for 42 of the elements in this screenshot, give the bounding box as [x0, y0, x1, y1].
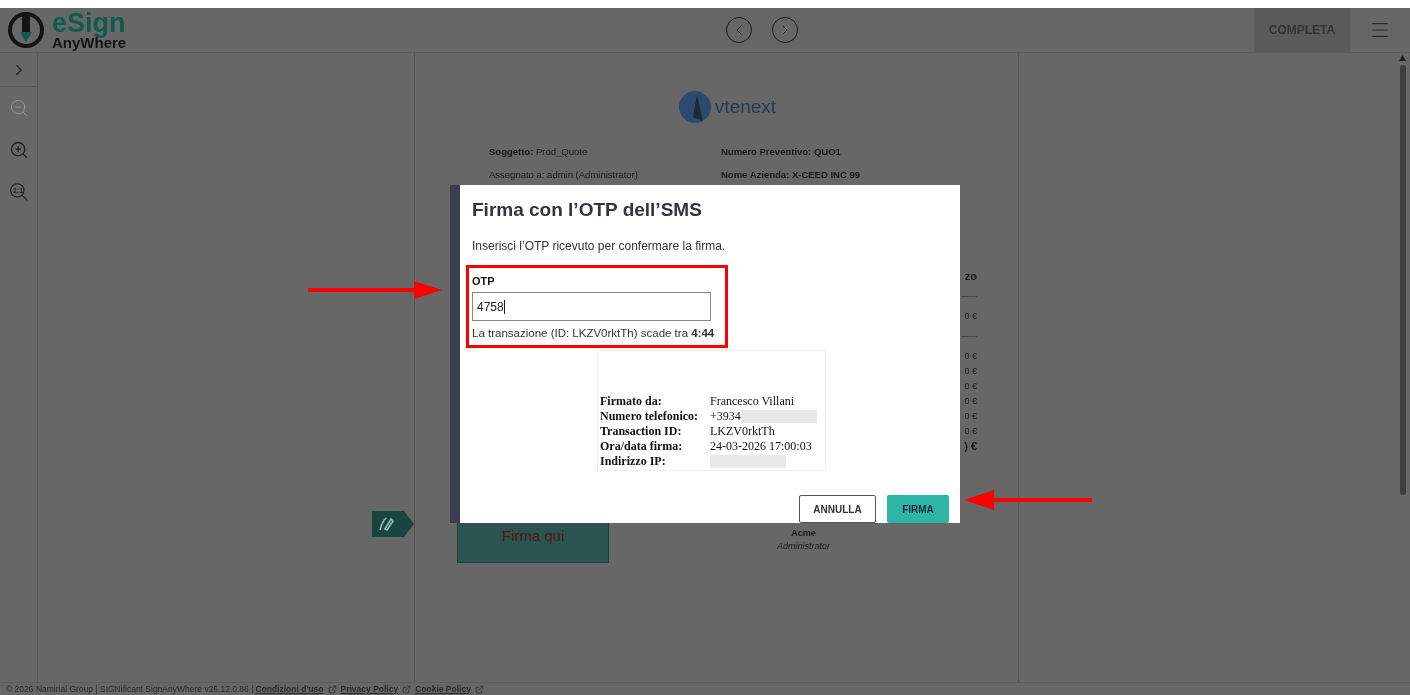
external-link-icon	[402, 684, 412, 694]
signer-role: Administrator	[777, 540, 830, 553]
external-link-icon	[327, 684, 337, 694]
footer-link[interactable]: Privacy Policy	[340, 682, 399, 695]
dialog-description: Inserisci l’OTP ricevuto per confermare la firma.	[472, 237, 727, 255]
table-value: 0 €	[964, 364, 977, 378]
footer-link[interactable]: Condizioni d'uso	[255, 682, 324, 695]
table-value: 0 €	[964, 379, 977, 393]
document-field: Soggetto: Prod_Quote	[489, 145, 721, 160]
document-field: Numero Preventivo: QUO1	[721, 145, 961, 160]
stamp-label: Ora/data firma:	[600, 439, 684, 454]
stamp-value: +3934	[710, 409, 741, 424]
expiry-text: La transazione (ID: LKZV0rktTh) scade tra 4:44	[472, 326, 715, 341]
document-field: Nome Azienda: X-CEED INC 99	[721, 168, 961, 183]
stamp-label: Numero telefonico:	[600, 409, 700, 424]
cancel-button[interactable]: ANNULLA	[799, 495, 876, 523]
otp-input-field[interactable]: 4758	[472, 292, 711, 321]
scroll-up-arrow-icon[interactable]	[1399, 55, 1406, 61]
table-value: zo	[964, 268, 977, 284]
stamp-label: Indirizzo IP:	[600, 454, 667, 469]
table-value: 0 €	[964, 424, 977, 438]
pen-logo-icon	[6, 10, 46, 50]
table-value: 0 €	[964, 394, 977, 408]
company-logo-text: vtenext	[714, 94, 777, 119]
confirm-button[interactable]: FIRMA	[887, 495, 949, 523]
document-field: Assegnato a: admin (Administrator)	[489, 168, 721, 183]
signature-flag-icon	[372, 511, 414, 537]
stamp-value: 24-03-2026 17:00:03	[710, 439, 812, 454]
stamp-label: Transaction ID:	[600, 424, 683, 439]
table-value: 0 €	[964, 309, 977, 323]
table-value: 0 €	[964, 349, 977, 363]
stamp-value: LKZV0rktTh	[710, 424, 775, 439]
table-value: ) €	[964, 438, 977, 454]
footer-link[interactable]: Cookie Policy	[415, 682, 471, 695]
external-link-icon	[474, 684, 484, 694]
table-value: 0 €	[964, 409, 977, 423]
signer-company: Acme	[791, 526, 816, 540]
stamp-value: Francesco Villani	[710, 394, 795, 409]
dialog-title: Firma con l’OTP dell’SMS	[472, 198, 703, 222]
signature-field-label: Firma qui	[501, 527, 565, 546]
otp-label: OTP	[472, 273, 496, 289]
stamp-label: Firmato da:	[600, 394, 663, 409]
